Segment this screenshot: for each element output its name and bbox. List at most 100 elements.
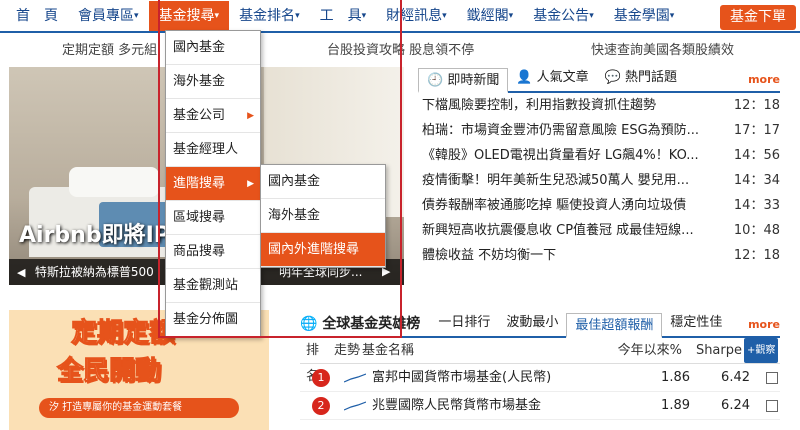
promo-link-us-funds[interactable]: 快速查詢美國各類股績效: [591, 39, 734, 58]
carousel-caption[interactable]: 特斯拉被納為標普500: [35, 265, 154, 279]
promo-link-tw-stock[interactable]: 台股投資攻略 股息領不停: [327, 39, 474, 58]
col-sharpe: Sharpe: [695, 343, 742, 358]
news-item[interactable]: 下檔風險要控制，利用指數投資抓住趨勢 12：18: [418, 93, 780, 118]
tab-stability[interactable]: 穩定性佳: [662, 311, 730, 336]
rank-badge: 2: [312, 396, 330, 415]
trend-sparkline-icon: [344, 372, 366, 383]
caret-icon: ▾: [134, 10, 139, 21]
promo-link-bar: 定期定額 多元組 台股投資攻略 股息領不停 快速查詢美國各類股績效: [0, 36, 800, 60]
clock-icon: 🕘: [427, 73, 444, 88]
col-rank: 排名: [306, 343, 320, 384]
hero-table-header: 排名 走勢 基金名稱 今年以來% Sharpe +觀察: [300, 338, 780, 384]
nav-fund-search[interactable]: 基金搜尋▾: [148, 0, 230, 31]
tab-lowest-volatility[interactable]: 波動最小: [498, 311, 566, 336]
watch-checkbox[interactable]: [766, 371, 778, 384]
watch-checkbox[interactable]: [766, 399, 778, 412]
news-item[interactable]: 柏瑞：市場資金豐沛仍需留意風險 ESG為預防... 17：17: [418, 118, 780, 143]
add-watch-button[interactable]: +觀察: [744, 338, 779, 363]
nav-column[interactable]: 韱經閣▾: [457, 1, 524, 31]
nav-fund-announcement[interactable]: 基金公告▾: [523, 1, 604, 31]
news-time: 10：48: [733, 223, 780, 238]
promo-link-regular[interactable]: 定期定額 多元組: [62, 39, 157, 58]
tab-best-excess-return[interactable]: 最佳超額報酬: [566, 313, 663, 338]
submenu-arrow-icon: ▶: [247, 111, 254, 121]
caret-icon: ▾: [442, 10, 447, 21]
news-item[interactable]: 債券報酬率被通膨吃掉 驅使投資人湧向垃圾債 14：33: [418, 193, 780, 218]
news-item[interactable]: 新興短高收抗震優息收 CP值養冠 成最佳短線... 10：48: [418, 218, 780, 243]
news-title[interactable]: 新興短高收抗震優息收 CP值養冠 成最佳短線...: [418, 218, 728, 243]
menu-item-fund-managers[interactable]: 基金經理人: [166, 133, 260, 167]
nav-fund-academy[interactable]: 基金學園▾: [604, 1, 685, 31]
news-item[interactable]: 體檢收益 不妨均衡一下 12：18: [418, 243, 780, 268]
news-item[interactable]: 《韓股》OLED電視出貨量看好 LG飆4%！KO... 14：56: [418, 143, 780, 168]
nav-home[interactable]: 首 頁: [6, 1, 68, 31]
fund-sharpe: 6.24: [721, 397, 750, 413]
nav-fund-order-button[interactable]: 基金下單: [720, 5, 796, 30]
menu-item-advanced-search[interactable]: 進階搜尋 ▶: [166, 167, 260, 201]
caret-icon: ▾: [214, 10, 220, 21]
fund-name[interactable]: 兆豐國際人民幣貨幣市場基金: [372, 392, 616, 420]
submenu-arrow-icon: ▶: [247, 179, 254, 189]
promo-line-2: 全民開動: [56, 356, 162, 387]
tab-popular-articles[interactable]: 👤 人氣文章: [508, 66, 596, 91]
news-more-link[interactable]: more: [748, 73, 780, 86]
caret-icon: ▾: [295, 10, 300, 21]
fund-search-dropdown: 國內基金 海外基金 基金公司 ▶ 基金經理人 進階搜尋 ▶ 區域搜尋 商品搜尋 基金…: [165, 30, 261, 338]
trend-sparkline-icon: [344, 400, 366, 411]
caret-icon: ▾: [361, 10, 367, 21]
menu-item-fund-distribution[interactable]: 基金分佈圖: [166, 303, 260, 337]
globe-icon: 🌐: [300, 316, 318, 332]
menu-item-domestic-funds[interactable]: 國內基金: [166, 31, 260, 65]
caret-icon: ▾: [589, 10, 594, 21]
news-panel: 🕘 即時新聞 👤 人氣文章 💬 熱門話題 more 下檔風險要控制，利用指數投資…: [418, 67, 780, 285]
fund-ytd: 1.89: [661, 397, 690, 413]
chat-icon: 💬: [604, 70, 621, 85]
carousel-image-pillow: [69, 167, 159, 197]
nav-finance-news[interactable]: 財經訊息▾: [376, 1, 457, 31]
tab-live-news[interactable]: 🕘 即時新聞: [418, 68, 509, 93]
hero-more-link[interactable]: more: [748, 318, 780, 331]
news-tabs: 🕘 即時新聞 👤 人氣文章 💬 熱門話題 more: [418, 67, 780, 93]
menu-item-product-search[interactable]: 商品搜尋: [166, 235, 260, 269]
news-time: 14：56: [733, 148, 780, 163]
submenu-item-global-advanced[interactable]: 國內外進階搜尋: [261, 233, 385, 267]
nav-tools[interactable]: 工 具▾: [310, 1, 377, 31]
news-title[interactable]: 債券報酬率被通膨吃掉 驅使投資人湧向垃圾債: [418, 193, 728, 218]
caret-icon: ▾: [508, 10, 514, 21]
tab-daily-ranking[interactable]: 一日排行: [430, 311, 498, 336]
menu-item-region-search[interactable]: 區域搜尋: [166, 201, 260, 235]
nav-fund-ranking[interactable]: 基金排名▾: [229, 1, 310, 31]
promo-line-1: 定期定額: [70, 318, 176, 349]
news-title[interactable]: 《韓股》OLED電視出貨量看好 LG飆4%！KO...: [418, 143, 728, 168]
carousel-prev-icon[interactable]: ◀: [17, 260, 31, 285]
person-icon: 👤: [516, 70, 533, 85]
news-item[interactable]: 疫情衝擊！明年美新生兒恐減50萬人 嬰兒用... 14：34: [418, 168, 780, 193]
news-title[interactable]: 體檢收益 不妨均衡一下: [418, 243, 728, 268]
table-row[interactable]: 1 富邦中國貨幣市場基金(人民幣) 1.86 6.42: [300, 364, 780, 392]
fund-ytd: 1.86: [661, 369, 690, 385]
fund-hero-board: 🌐 全球基金英雄榜 一日排行 波動最小 最佳超額報酬 穩定性佳 more 排名 …: [300, 312, 780, 420]
menu-item-fund-companies[interactable]: 基金公司 ▶: [166, 99, 260, 133]
news-title[interactable]: 疫情衝擊！明年美新生兒恐減50萬人 嬰兒用...: [418, 168, 728, 193]
news-time: 12：18: [733, 248, 780, 263]
news-time: 12：18: [733, 98, 780, 113]
news-title[interactable]: 柏瑞：市場資金豐沛仍需留意風險 ESG為預防...: [418, 118, 728, 143]
news-title[interactable]: 下檔風險要控制，利用指數投資抓住趨勢: [418, 93, 728, 118]
fund-sharpe: 6.42: [721, 369, 750, 385]
hero-tabs: 🌐 全球基金英雄榜 一日排行 波動最小 最佳超額報酬 穩定性佳 more: [300, 312, 780, 338]
nav-member[interactable]: 會員專區▾: [68, 1, 149, 31]
carousel-title[interactable]: Airbnb即將IPO: [19, 217, 189, 249]
tab-hot-topics[interactable]: 💬 熱門話題: [597, 66, 685, 91]
news-time: 14：33: [733, 198, 780, 213]
menu-item-overseas-funds[interactable]: 海外基金: [166, 65, 260, 99]
col-name: 基金名稱: [362, 343, 415, 358]
submenu-item-overseas[interactable]: 海外基金: [261, 199, 385, 233]
hero-title: 🌐 全球基金英雄榜: [300, 316, 421, 332]
menu-item-fund-observatory[interactable]: 基金觀測站: [166, 269, 260, 303]
col-ytd: 今年以來%: [617, 343, 682, 358]
news-time: 14：34: [733, 173, 780, 188]
table-row[interactable]: 2 兆豐國際人民幣貨幣市場基金 1.89 6.24: [300, 392, 780, 420]
fund-name[interactable]: 富邦中國貨幣市場基金(人民幣): [372, 364, 616, 392]
submenu-item-domestic[interactable]: 國內基金: [261, 165, 385, 199]
col-trend: 走勢: [334, 343, 361, 358]
